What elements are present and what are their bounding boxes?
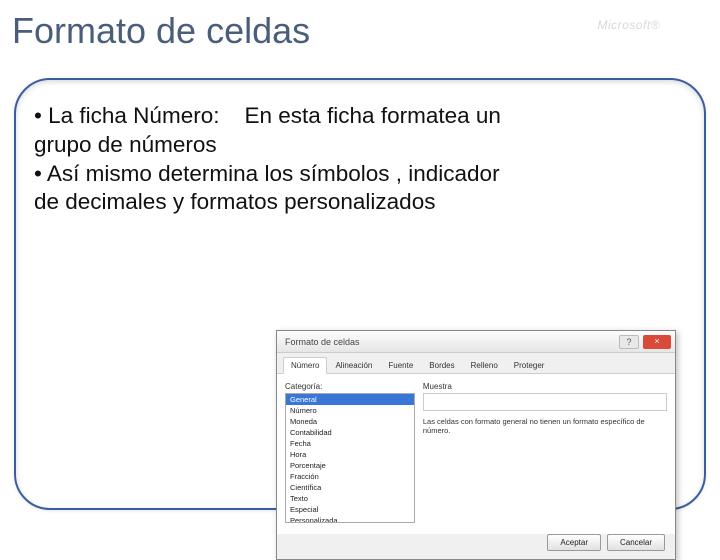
sample-label: Muestra: [423, 382, 667, 391]
tab-fuente[interactable]: Fuente: [380, 357, 421, 373]
category-item[interactable]: Fracción: [286, 471, 414, 482]
category-item[interactable]: General: [286, 394, 414, 405]
bullet-1-label: • La ficha Número:: [34, 103, 219, 128]
close-icon: ×: [654, 337, 659, 346]
dialog-body: Categoría: General Número Moneda Contabi…: [277, 374, 675, 534]
tab-bordes[interactable]: Bordes: [421, 357, 462, 373]
tab-proteger[interactable]: Proteger: [506, 357, 553, 373]
tab-relleno[interactable]: Relleno: [463, 357, 506, 373]
dialog-title: Formato de celdas: [281, 337, 360, 347]
sample-box: [423, 393, 667, 411]
category-item[interactable]: Contabilidad: [286, 427, 414, 438]
category-item[interactable]: Personalizada: [286, 515, 414, 523]
sample-description: Las celdas con formato general no tienen…: [423, 417, 667, 436]
tab-strip: Número Alineación Fuente Bordes Relleno …: [277, 353, 675, 374]
tab-alineacion[interactable]: Alineación: [327, 357, 380, 373]
category-item[interactable]: Texto: [286, 493, 414, 504]
watermark: Microsoft®: [597, 18, 660, 32]
cancel-button[interactable]: Cancelar: [607, 534, 665, 551]
bullet-2-text: • Así mismo determina los símbolos , ind…: [34, 160, 686, 189]
bullet-2-cont: de decimales y formatos personalizados: [34, 188, 686, 217]
tab-numero[interactable]: Número: [283, 357, 327, 374]
slide-title: Formato de celdas: [12, 10, 310, 52]
category-item[interactable]: Especial: [286, 504, 414, 515]
category-item[interactable]: Fecha: [286, 438, 414, 449]
bullet-list: • La ficha Número: En esta ficha formate…: [34, 102, 686, 217]
category-item[interactable]: Hora: [286, 449, 414, 460]
bullet-1-text: En esta ficha formatea un: [244, 103, 500, 128]
category-list[interactable]: General Número Moneda Contabilidad Fecha…: [285, 393, 415, 523]
content-panel: • La ficha Número: En esta ficha formate…: [14, 78, 706, 510]
ok-button[interactable]: Aceptar: [547, 534, 601, 551]
dialog-titlebar: Formato de celdas ? ×: [277, 331, 675, 353]
format-cells-dialog: Formato de celdas ? × Número Alineación …: [276, 330, 676, 560]
window-buttons: ? ×: [619, 335, 671, 349]
help-button[interactable]: ?: [619, 335, 639, 349]
close-button[interactable]: ×: [643, 335, 671, 349]
category-label: Categoría:: [285, 382, 415, 391]
category-column: Categoría: General Número Moneda Contabi…: [285, 382, 415, 526]
category-item[interactable]: Porcentaje: [286, 460, 414, 471]
category-item[interactable]: Número: [286, 405, 414, 416]
category-item[interactable]: Científica: [286, 482, 414, 493]
category-item[interactable]: Moneda: [286, 416, 414, 427]
sample-column: Muestra Las celdas con formato general n…: [423, 382, 667, 526]
dialog-buttons: Aceptar Cancelar: [547, 534, 665, 551]
bullet-1-cont: grupo de números: [34, 131, 686, 160]
